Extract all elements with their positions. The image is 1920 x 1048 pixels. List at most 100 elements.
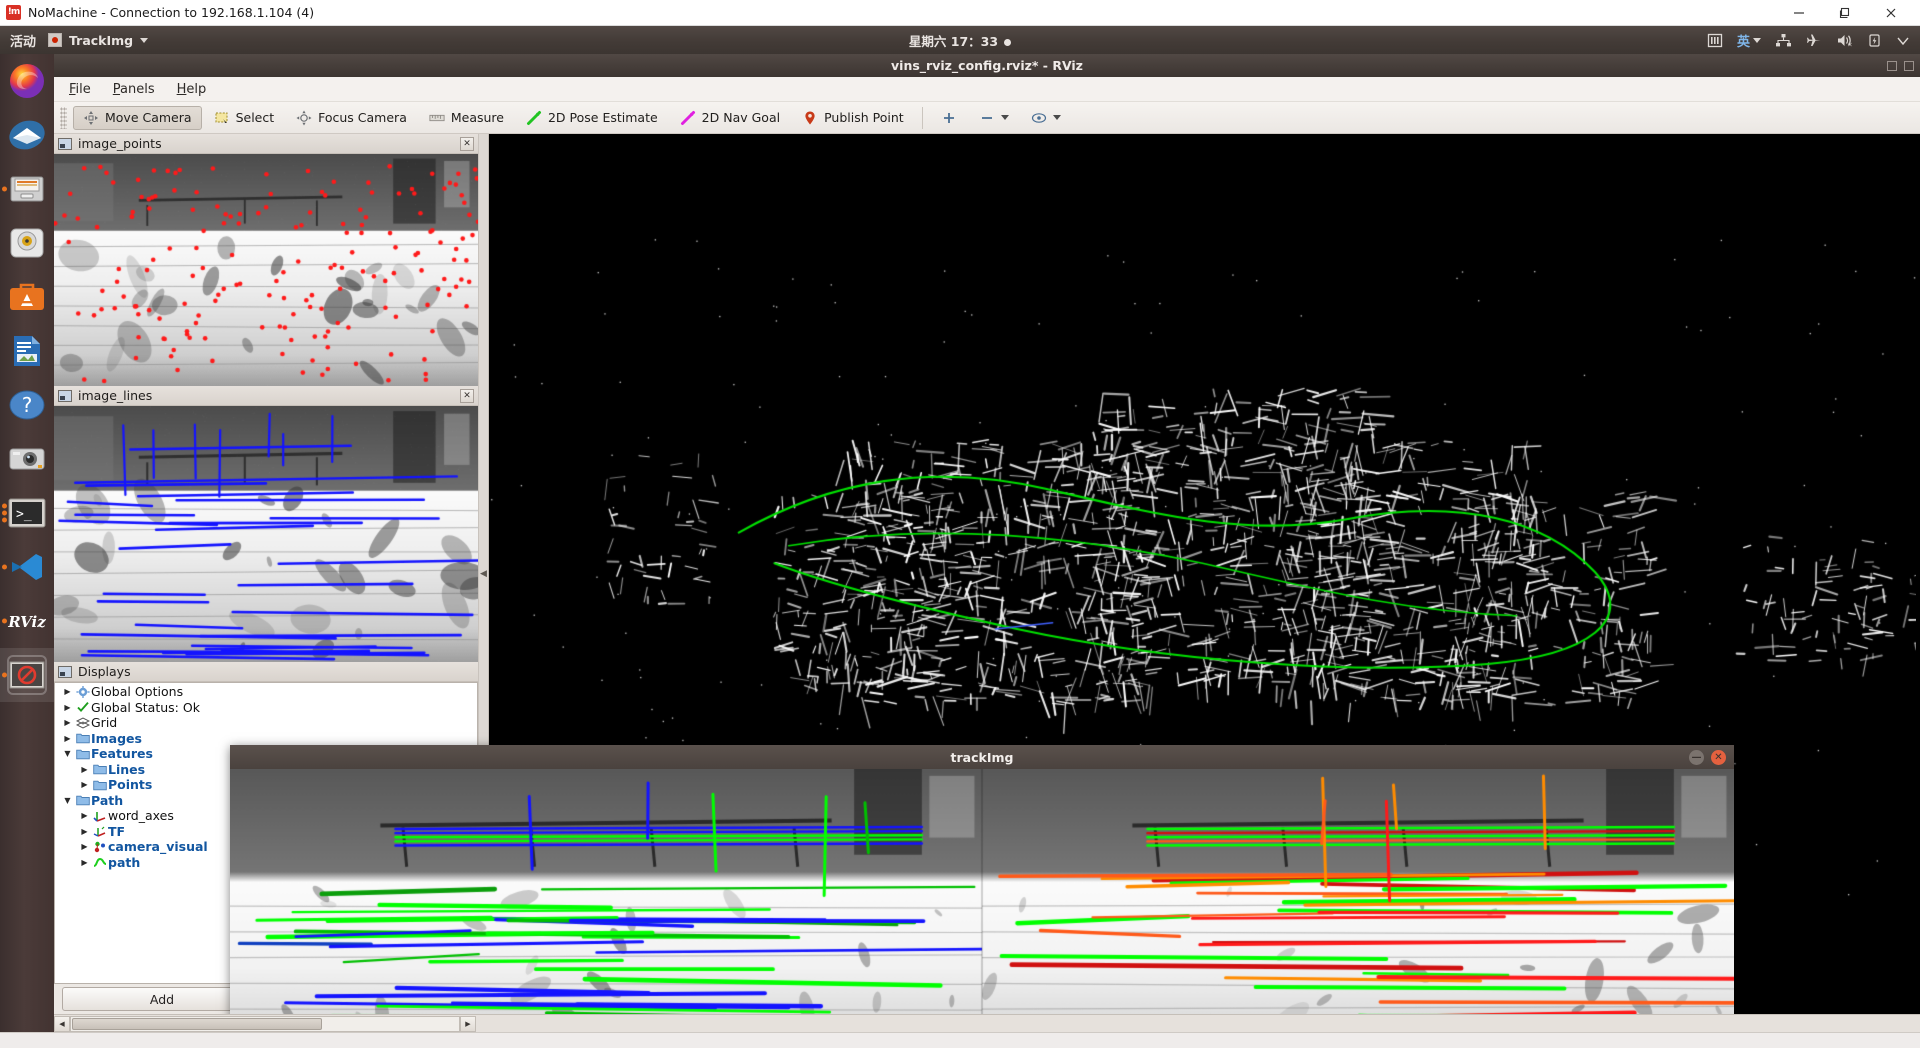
pose-estimate-icon: [526, 110, 542, 126]
trackimg-window[interactable]: trackImg — ✕: [230, 745, 1734, 1014]
display-tree-item-grid[interactable]: ▶ Grid: [55, 715, 477, 731]
chevron-down-icon[interactable]: ▼: [61, 796, 74, 805]
battery-charging-icon[interactable]: [1868, 33, 1882, 48]
focus-camera-icon: [296, 110, 312, 126]
panel-title-label: image_points: [78, 136, 162, 151]
tool-select[interactable]: Select: [204, 106, 285, 130]
chevron-right-icon[interactable]: ▶: [78, 780, 91, 789]
chevron-right-icon[interactable]: ▶: [78, 842, 91, 851]
image-points-view[interactable]: [54, 154, 478, 386]
launcher-item-cheese[interactable]: [0, 432, 54, 486]
launcher-item-files[interactable]: [0, 162, 54, 216]
menu-file[interactable]: File: [69, 82, 91, 97]
chevron-right-icon[interactable]: ▶: [61, 718, 74, 727]
launcher-item-libreoffice-writer[interactable]: [0, 324, 54, 378]
rviz-restore-button[interactable]: [1887, 60, 1897, 71]
display-icon[interactable]: [1707, 33, 1723, 48]
folder-icon: [74, 748, 91, 760]
image-panel-icon: [58, 137, 72, 150]
chevron-right-icon[interactable]: ▶: [61, 687, 74, 696]
app-menu-trackimg[interactable]: TrackImg: [48, 33, 149, 48]
launcher-item-rviz[interactable]: RViz: [0, 594, 54, 648]
rviz-maximize-button[interactable]: [1904, 60, 1914, 71]
launcher-item-trackimg[interactable]: [0, 648, 54, 702]
launcher-item-ubuntu-software[interactable]: [0, 270, 54, 324]
close-icon[interactable]: ✕: [460, 136, 474, 151]
menu-panels[interactable]: Panels: [113, 82, 155, 97]
tool-label: Select: [235, 110, 275, 125]
close-button[interactable]: [1868, 0, 1914, 26]
tool-2d-pose-estimate[interactable]: 2D Pose Estimate: [516, 106, 668, 130]
activities-button[interactable]: 活动: [0, 31, 48, 50]
chevron-right-icon[interactable]: ▶: [78, 765, 91, 774]
keyboard-layout-indicator[interactable]: 英: [1737, 31, 1761, 50]
network-icon[interactable]: [1775, 33, 1792, 48]
maximize-button[interactable]: [1822, 0, 1868, 26]
folder-icon: [91, 779, 108, 791]
tool-2d-nav-goal[interactable]: 2D Nav Goal: [670, 106, 790, 130]
minimize-button[interactable]: [1776, 0, 1822, 26]
trackimg-image-view[interactable]: [230, 769, 1734, 1014]
display-tree-item-global-options[interactable]: ▶ Global Options: [55, 684, 477, 700]
tool-focus-camera[interactable]: Focus Camera: [286, 106, 417, 130]
keyboard-layout-label: 英: [1736, 34, 1750, 50]
svg-text:×: ×: [1848, 41, 1853, 47]
launcher-item-vscode[interactable]: [0, 540, 54, 594]
panel-title-label: image_lines: [78, 388, 153, 403]
volume-muted-icon[interactable]: ×: [1836, 33, 1854, 48]
tool-measure[interactable]: Measure: [419, 106, 514, 130]
tool-publish-point[interactable]: Publish Point: [792, 106, 914, 130]
toolbar-grip[interactable]: [60, 106, 67, 129]
minus-icon: [979, 110, 995, 126]
chevron-right-icon[interactable]: ▶: [78, 858, 91, 867]
scroll-right-button[interactable]: ▶: [460, 1015, 476, 1032]
unity-launcher: ? >_ RViz: [0, 54, 54, 1032]
trackimg-window-title: trackImg: [950, 749, 1014, 765]
display-tree-item-label: Images: [91, 730, 142, 746]
image-points-canvas: [54, 154, 478, 386]
scroll-left-button[interactable]: ◀: [54, 1015, 70, 1032]
launcher-item-rhythmbox[interactable]: [0, 216, 54, 270]
tool-properties-button[interactable]: [1021, 106, 1071, 130]
rviz-titlebar: vins_rviz_config.rviz* - RViz: [54, 54, 1920, 77]
remove-tool-button[interactable]: [969, 106, 1019, 130]
measure-icon: [429, 110, 445, 126]
launcher-item-terminal[interactable]: >_: [0, 486, 54, 540]
chevron-down-icon[interactable]: ▼: [61, 749, 74, 758]
launcher-item-firefox[interactable]: [0, 54, 54, 108]
menu-help[interactable]: Help: [177, 82, 207, 97]
chevron-right-icon[interactable]: ▶: [61, 703, 74, 712]
display-tree-item-label: Global Options: [91, 684, 184, 700]
display-tree-item-images[interactable]: ▶ Images: [55, 731, 477, 747]
display-tree-item-label: path: [108, 854, 141, 870]
tool-move-camera[interactable]: Move Camera: [73, 105, 202, 130]
add-tool-button[interactable]: [931, 106, 967, 130]
trackimg-window-controls: — ✕: [1689, 745, 1726, 769]
panel-clock[interactable]: 星期六 17：33: [0, 31, 1920, 50]
vscode-icon: [7, 547, 47, 587]
trackimg-minimize-button[interactable]: —: [1689, 749, 1704, 765]
display-tree-item-label: Grid: [91, 715, 118, 731]
bottom-taskbar: [0, 1032, 1920, 1048]
airplane-icon[interactable]: [1806, 33, 1822, 48]
chevron-right-icon[interactable]: ▶: [78, 811, 91, 820]
trackimg-close-button[interactable]: ✕: [1711, 749, 1726, 765]
trackimg-app-icon: [48, 33, 63, 47]
svg-text:>_: >_: [16, 507, 32, 522]
folder-icon: [74, 732, 91, 744]
display-tree-item-global-status-ok[interactable]: ▶ Global Status: Ok: [55, 700, 477, 716]
rviz-window-controls: [1887, 54, 1914, 77]
displays-horizontal-scrollbar[interactable]: [70, 1015, 460, 1032]
trackimg-canvas: [230, 769, 1734, 1014]
rviz-window-title: vins_rviz_config.rviz* - RViz: [891, 58, 1083, 73]
image-lines-view[interactable]: [54, 406, 478, 662]
launcher-item-help[interactable]: ?: [0, 378, 54, 432]
panel-indicators: 英 ×: [1707, 31, 1920, 50]
launcher-item-thunderbird[interactable]: [0, 108, 54, 162]
chevron-right-icon[interactable]: ▶: [78, 827, 91, 836]
clock-label: 星期六 17：33: [908, 33, 999, 49]
chevron-right-icon[interactable]: ▶: [61, 734, 74, 743]
close-icon[interactable]: ✕: [460, 388, 474, 403]
session-menu-icon[interactable]: [1896, 33, 1910, 48]
tf-icon: [91, 825, 108, 837]
